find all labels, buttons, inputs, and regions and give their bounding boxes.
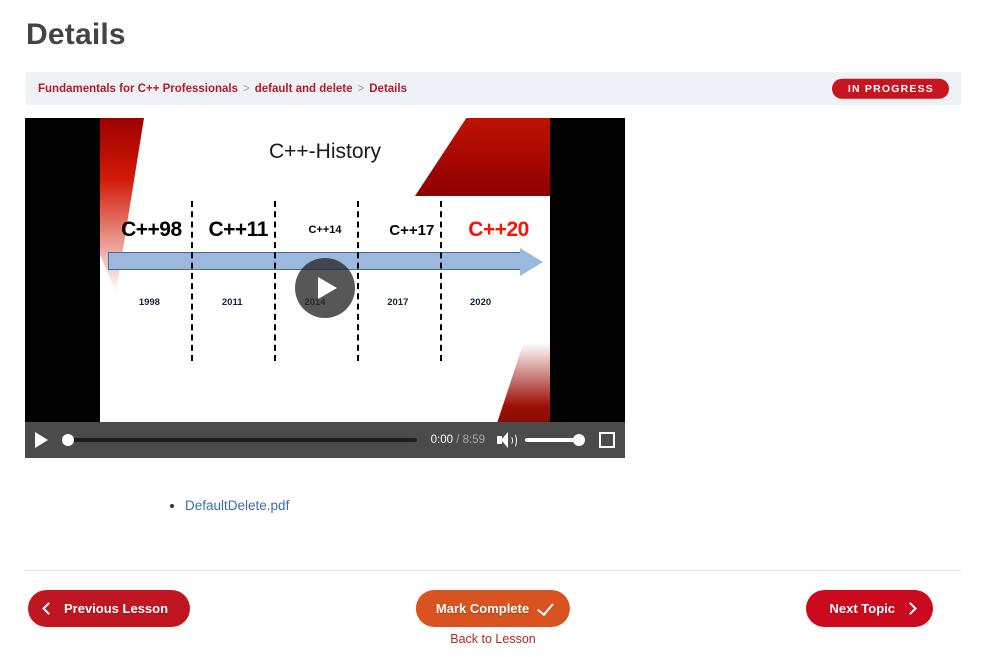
current-time: 0:00 [430, 434, 453, 446]
progress-slider[interactable] [62, 432, 417, 448]
timeline-divider [191, 201, 193, 361]
previous-lesson-button[interactable]: Previous Lesson [28, 590, 191, 627]
fullscreen-icon[interactable] [599, 432, 615, 448]
timeline-version-cpp98: C++98 [121, 218, 182, 241]
video-player[interactable]: C++-History C++98 C++11 C++14 C++17 C++2… [25, 118, 625, 458]
timeline-year-1998: 1998 [138, 296, 160, 308]
timeline-divider [274, 201, 276, 361]
breadcrumb-item-lesson[interactable]: default and delete [255, 83, 353, 95]
mark-complete-label: Mark Complete [435, 601, 530, 616]
previous-lesson-label: Previous Lesson [64, 601, 169, 616]
breadcrumb-separator: > [243, 82, 250, 95]
progress-knob[interactable] [62, 434, 74, 446]
video-control-bar: 0:00 / 8:59 [25, 422, 625, 458]
timeline-version-cpp14: C++14 [308, 224, 342, 236]
volume-rail [525, 438, 577, 442]
timeline-year-2020: 2020 [470, 296, 492, 308]
timeline-arrow-head [520, 248, 543, 276]
timeline-divider [357, 201, 359, 361]
timeline-divider [440, 201, 442, 361]
volume-slider[interactable] [525, 433, 585, 447]
total-time: 8:59 [462, 434, 485, 446]
play-icon [318, 277, 337, 299]
breadcrumb-item-course[interactable]: Fundamentals for C++ Professionals [38, 83, 238, 95]
timeline-version-cpp20: C++20 [468, 218, 529, 241]
back-to-lesson-link[interactable]: Back to Lesson [450, 632, 535, 646]
play-overlay-button[interactable] [295, 258, 355, 318]
status-badge: IN PROGRESS [831, 78, 949, 99]
timeline-version-cpp11: C++11 [208, 218, 268, 241]
breadcrumb-item-current[interactable]: Details [369, 83, 407, 95]
breadcrumb-bar: Fundamentals for C++ Professionals > def… [26, 72, 961, 105]
chevron-right-icon [904, 602, 917, 615]
slide-title: C++-History [268, 140, 382, 163]
chevron-left-icon [42, 602, 55, 615]
page-title: Details [26, 18, 126, 51]
timeline-version-cpp17: C++17 [389, 221, 435, 239]
progress-rail [72, 438, 417, 442]
volume-knob[interactable] [573, 434, 585, 446]
play-icon[interactable] [35, 432, 48, 448]
lesson-materials: DefaultDelete.pdf [25, 495, 625, 517]
lesson-navigation: Previous Lesson Mark Complete Next Topic… [25, 590, 961, 646]
lesson-details-page: Details Fundamentals for C++ Professiona… [0, 0, 987, 657]
material-link-pdf[interactable]: DefaultDelete.pdf [185, 498, 289, 513]
timeline-year-2011: 2011 [221, 296, 243, 308]
materials-list: DefaultDelete.pdf [25, 495, 625, 517]
breadcrumb-separator: > [357, 82, 365, 95]
next-topic-button[interactable]: Next Topic [805, 590, 933, 627]
next-topic-label: Next Topic [829, 601, 896, 616]
time-display: 0:00 / 8:59 [431, 434, 485, 446]
check-icon [537, 598, 554, 616]
list-item: DefaultDelete.pdf [185, 495, 625, 517]
timeline-year-2017: 2017 [387, 296, 409, 308]
breadcrumb: Fundamentals for C++ Professionals > def… [38, 83, 407, 95]
mark-complete-button[interactable]: Mark Complete [415, 590, 571, 627]
volume-icon[interactable] [497, 432, 517, 448]
time-separator: / [456, 434, 460, 446]
timeline-version-labels: C++98 C++11 C++14 C++17 C++20 [108, 210, 542, 250]
section-divider [25, 570, 961, 571]
